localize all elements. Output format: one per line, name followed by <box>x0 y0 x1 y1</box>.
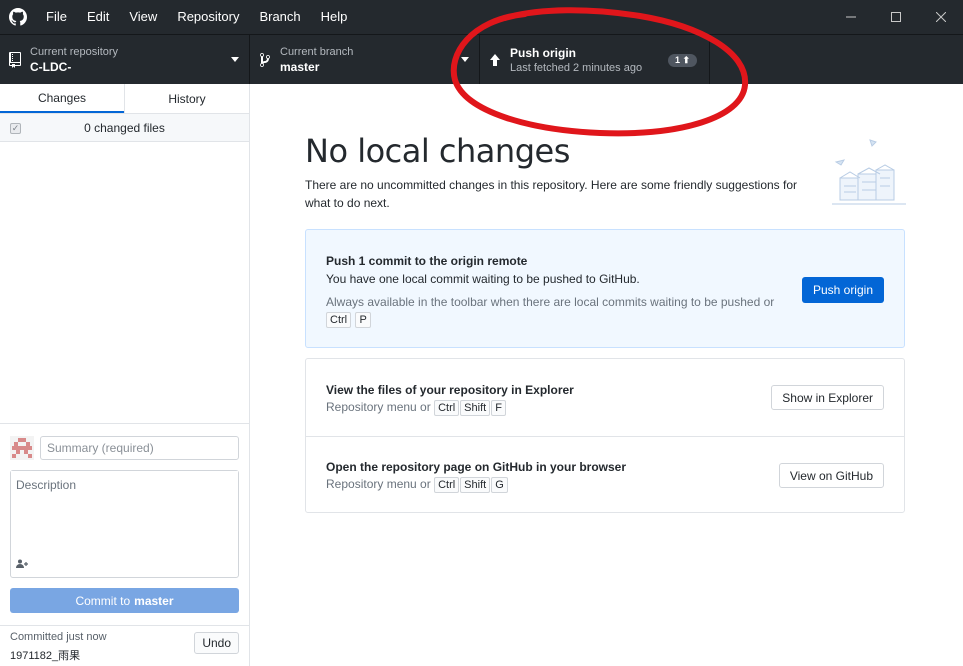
changed-files-count: 0 changed files <box>84 120 165 135</box>
sidebar-tabs: Changes History <box>0 84 249 114</box>
menu-edit[interactable]: Edit <box>77 0 119 34</box>
branch-icon <box>250 52 280 68</box>
explorer-card-title: View the files of your repository in Exp… <box>326 383 574 397</box>
toolbar: Current repository C-LDC- Current branch… <box>0 34 963 85</box>
push-origin-button[interactable]: Push origin Last fetched 2 minutes ago 1… <box>480 35 710 85</box>
commit-button-prefix: Commit to <box>75 593 131 608</box>
last-commit-panel: Committed just now 1971182_雨果 Undo <box>0 625 249 666</box>
minimize-icon[interactable] <box>828 0 873 34</box>
empty-state-illustration-icon <box>830 132 910 212</box>
last-fetched-text: Last fetched 2 minutes ago <box>510 62 643 74</box>
menu-view[interactable]: View <box>119 0 167 34</box>
description-input[interactable] <box>11 471 238 555</box>
view-on-github-row: Open the repository page on GitHub in yo… <box>306 436 904 513</box>
push-suggestion-card: Push 1 commit to the origin remote You h… <box>305 229 905 348</box>
kbd-shift: Shift <box>460 477 491 493</box>
page-title: No local changes <box>305 132 570 170</box>
push-origin-label: Push origin <box>510 46 576 60</box>
commit-button-branch: master <box>134 593 174 608</box>
window-controls <box>828 0 963 34</box>
last-commit-message: 1971182_雨果 <box>10 650 81 662</box>
summary-input[interactable] <box>40 436 239 460</box>
current-branch-name: master <box>280 60 320 74</box>
show-in-explorer-button[interactable]: Show in Explorer <box>771 385 884 410</box>
current-repository-button[interactable]: Current repository C-LDC- <box>0 35 250 85</box>
explorer-card-hint: Repository menu or Ctrl Shift F <box>326 400 507 416</box>
description-box <box>10 470 239 578</box>
kbd-ctrl: Ctrl <box>434 477 460 493</box>
tab-changes[interactable]: Changes <box>0 84 124 113</box>
avatar <box>10 436 34 460</box>
current-branch-label: Current branch <box>280 46 354 58</box>
commit-message-area: Commit to master Committed just now 1971… <box>0 423 249 666</box>
last-commit-time: Committed just now <box>10 631 107 643</box>
add-coauthor-icon[interactable] <box>16 559 28 571</box>
push-card-hint: Always available in the toolbar when the… <box>326 295 775 309</box>
menu-bar: File Edit View Repository Branch Help <box>36 0 357 34</box>
tab-history[interactable]: History <box>124 84 249 113</box>
github-desktop-window: File Edit View Repository Branch Help Cu… <box>0 0 963 666</box>
close-icon[interactable] <box>918 0 963 34</box>
github-logo-icon <box>0 0 36 34</box>
push-origin-card-button[interactable]: Push origin <box>801 277 884 303</box>
maximize-icon[interactable] <box>873 0 918 34</box>
menu-file[interactable]: File <box>36 0 77 34</box>
changed-files-header: ✓ 0 changed files <box>0 114 249 142</box>
undo-button[interactable]: Undo <box>194 632 239 654</box>
page-subtitle: There are no uncommitted changes in this… <box>305 178 798 210</box>
commit-button[interactable]: Commit to master <box>10 588 239 613</box>
chevron-down-icon <box>461 57 469 62</box>
menu-branch[interactable]: Branch <box>249 0 310 34</box>
explorer-hint-text: Repository menu or <box>326 400 431 414</box>
menu-help[interactable]: Help <box>311 0 358 34</box>
title-bar: File Edit View Repository Branch Help <box>0 0 963 34</box>
repo-icon <box>0 52 30 68</box>
push-card-title: Push 1 commit to the origin remote <box>326 254 528 268</box>
current-repository-name: C-LDC- <box>30 60 72 74</box>
kbd-shift: Shift <box>460 400 491 416</box>
kbd-ctrl: Ctrl <box>434 400 460 416</box>
github-card-hint: Repository menu or Ctrl Shift G <box>326 477 509 493</box>
view-on-github-button[interactable]: View on GitHub <box>778 463 884 488</box>
push-card-description: You have one local commit waiting to be … <box>326 272 640 286</box>
kbd-g: G <box>491 477 508 493</box>
menu-repository[interactable]: Repository <box>167 0 249 34</box>
github-hint-text: Repository menu or <box>326 477 431 491</box>
chevron-down-icon <box>231 57 239 62</box>
current-branch-button[interactable]: Current branch master <box>250 35 480 85</box>
no-changes-view: No local changes There are no uncommitte… <box>250 84 963 666</box>
kbd-ctrl: Ctrl <box>326 312 352 328</box>
changes-sidebar: Changes History ✓ 0 changed files Summar… <box>0 84 250 666</box>
select-all-checkbox[interactable]: ✓ <box>10 123 21 134</box>
ahead-count-badge: 1 ⬆ <box>667 54 697 67</box>
suggestions-card: View the files of your repository in Exp… <box>305 358 905 513</box>
kbd-p: P <box>355 312 371 328</box>
push-card-shortcut: Ctrl P <box>326 312 372 328</box>
kbd-f: F <box>491 400 506 416</box>
arrow-up-icon <box>480 54 510 66</box>
show-in-explorer-row: View the files of your repository in Exp… <box>306 359 904 436</box>
github-card-title: Open the repository page on GitHub in yo… <box>326 460 627 474</box>
current-repository-label: Current repository <box>30 46 119 58</box>
